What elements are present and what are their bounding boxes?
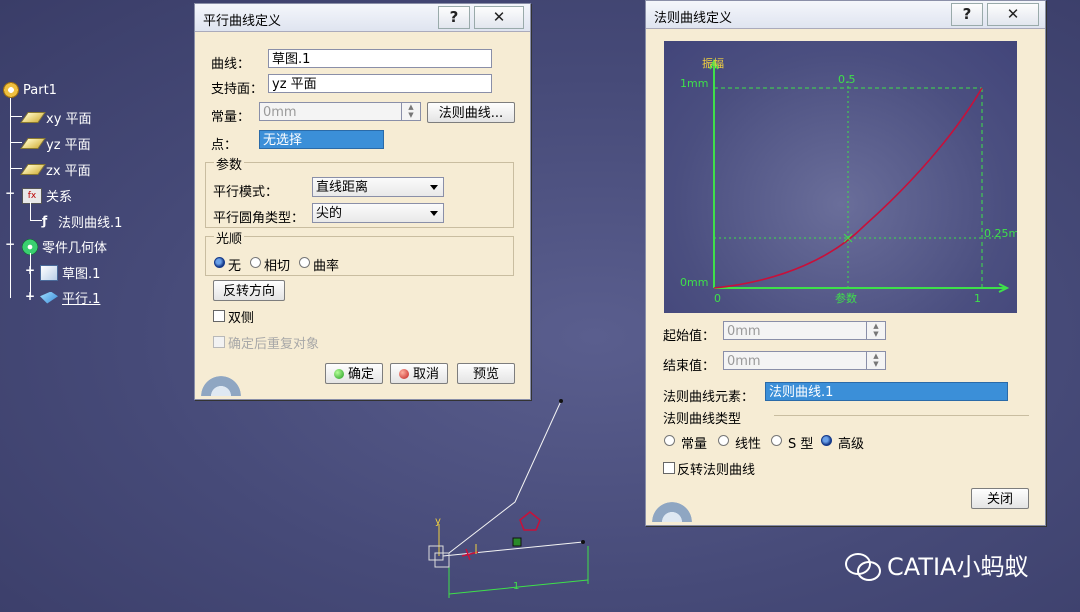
sketch-endpoint	[581, 540, 585, 544]
curve-endpoint	[559, 399, 563, 403]
parallel-curve[interactable]	[448, 400, 562, 554]
viewport-geometry: 1 y	[428, 399, 589, 598]
dimension-value: 1	[513, 581, 519, 592]
watermark: CATIA小蚂蚁	[845, 547, 1028, 582]
sketch-origin-marker	[512, 537, 522, 547]
axis-y-letter: y	[435, 516, 441, 527]
watermark-text: CATIA小蚂蚁	[887, 553, 1029, 581]
constraint-symbol	[519, 511, 541, 531]
wechat-icon	[845, 553, 881, 581]
